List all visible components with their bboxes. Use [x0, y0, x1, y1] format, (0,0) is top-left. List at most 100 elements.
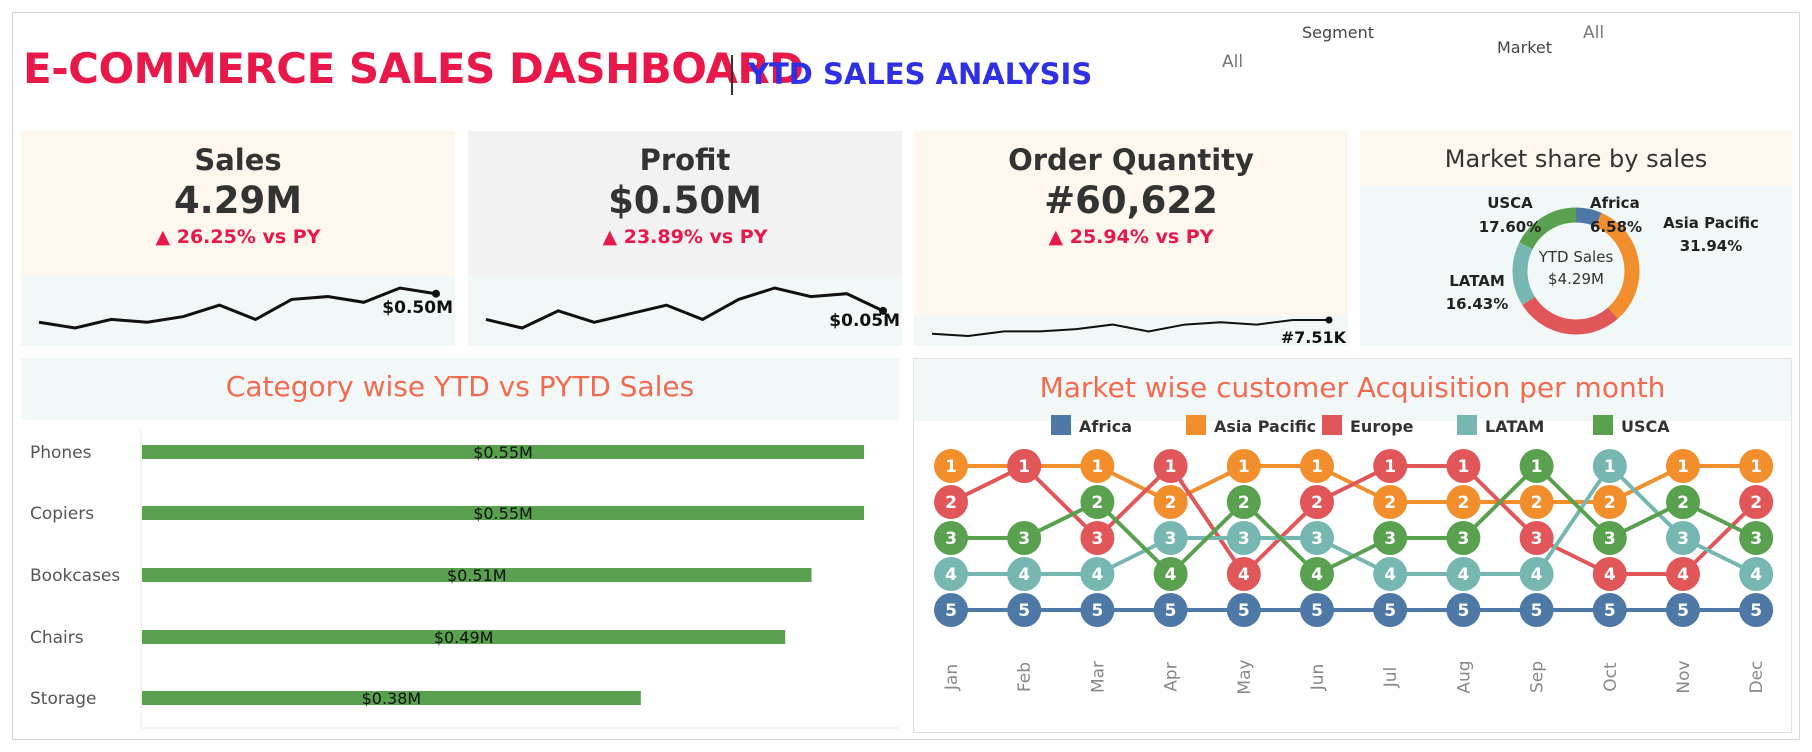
rank-label: 1	[1091, 457, 1103, 477]
legend-swatch	[1593, 415, 1613, 435]
month-label: Jan	[942, 664, 962, 691]
kpi-value: $0.50M	[608, 179, 762, 222]
slice-value-usca: 17.60%	[1479, 218, 1541, 236]
rank-label: 5	[1531, 601, 1543, 621]
rank-label: 1	[1604, 457, 1616, 477]
rank-label: 5	[1457, 601, 1469, 621]
rank-label: 5	[1677, 601, 1689, 621]
rank-label: 2	[1531, 493, 1543, 513]
rank-label: 3	[1531, 529, 1543, 549]
segment-filter-label: Segment	[1302, 23, 1374, 42]
kpi-delta: ▲ 25.94% vs PY	[1048, 226, 1214, 248]
month-label: Oct	[1601, 662, 1621, 692]
rank-label: 2	[1750, 493, 1762, 513]
slice-name-africa: Africa	[1590, 194, 1640, 212]
rank-label: 1	[1457, 457, 1469, 477]
rank-label: 5	[1018, 601, 1030, 621]
rank-label: 1	[1531, 457, 1543, 477]
rank-label: 2	[1091, 493, 1103, 513]
legend-label: LATAM	[1485, 417, 1544, 436]
sparkline-order-quantity: #7.51K	[914, 316, 1348, 346]
rank-label: 4	[1238, 565, 1250, 585]
month-label: Jul	[1381, 667, 1401, 689]
sparkline-end-marker	[432, 289, 440, 298]
rank-label: 3	[1238, 529, 1250, 549]
rank-label: 4	[1750, 565, 1762, 585]
bar-category-label: Chairs	[30, 628, 84, 648]
market-filter-label: Market	[1497, 38, 1552, 57]
month-label: Feb	[1015, 662, 1035, 692]
rank-label: 4	[1384, 565, 1396, 585]
legend-label: Europe	[1350, 417, 1414, 436]
category-bar-chart: Phones $0.55M Copiers $0.55M Bookcases $0.51M…	[30, 430, 899, 729]
dashboard-title: E-COMMERCE SALES DASHBOARD	[23, 44, 804, 93]
slice-value-latam: 16.43%	[1446, 295, 1508, 313]
month-label: Sep	[1528, 661, 1548, 693]
rank-label: 1	[1238, 457, 1250, 477]
month-label: May	[1235, 659, 1255, 694]
month-label: Mar	[1088, 661, 1108, 693]
kpi-value: 4.29M	[173, 179, 303, 222]
rank-label: 1	[1750, 457, 1762, 477]
rank-label: 5	[1604, 601, 1616, 621]
legend-label: Africa	[1079, 417, 1132, 436]
rank-label: 4	[1457, 565, 1469, 585]
bar-value-label: $0.38M	[362, 689, 422, 708]
market-share-panel: Market share by sales YTD Sales $4.29M U…	[1360, 131, 1792, 346]
bar-category-label: Storage	[30, 689, 97, 709]
month-label: Aug	[1454, 660, 1474, 693]
rank-label: 3	[1384, 529, 1396, 549]
rank-label: 3	[945, 529, 957, 549]
rank-label: 4	[1018, 565, 1030, 585]
segment-filter-value[interactable]: All	[1222, 52, 1243, 72]
slice-value-asia-pacific: 31.94%	[1680, 237, 1742, 255]
rank-label: 3	[1091, 529, 1103, 549]
month-label: Apr	[1162, 662, 1182, 691]
rank-label: 1	[1018, 457, 1030, 477]
rank-label: 2	[1311, 493, 1323, 513]
rank-label: 1	[1311, 457, 1323, 477]
rank-label: 3	[1311, 529, 1323, 549]
kpi-card-profit: Profit $0.50M ▲ 23.89% vs PY $0.05M	[468, 131, 902, 346]
rank-label: 1	[945, 457, 957, 477]
rank-label: 2	[1604, 493, 1616, 513]
rank-label: 4	[1531, 565, 1543, 585]
dashboard-subtitle: YTD SALES ANALYSIS	[748, 57, 1093, 91]
rank-label: 5	[1311, 601, 1323, 621]
rank-label: 2	[1677, 493, 1689, 513]
kpi-title: Profit	[639, 143, 731, 177]
month-label: Jun	[1308, 664, 1328, 692]
category-sales-panel: Category wise YTD vs PYTD Sales Phones $0…	[21, 358, 899, 733]
legend-swatch	[1457, 415, 1477, 435]
rank-label: 5	[1384, 601, 1396, 621]
rank-label: 3	[1750, 529, 1762, 549]
rank-label: 2	[1165, 493, 1177, 513]
rank-label: 1	[1165, 457, 1177, 477]
bar-value-label: $0.55M	[473, 443, 533, 462]
category-chart-title: Category wise YTD vs PYTD Sales	[225, 370, 695, 403]
acquisition-panel: Market wise customer Acquisition per mon…	[913, 358, 1792, 733]
rank-label: 3	[1457, 529, 1469, 549]
rank-label: 4	[1604, 565, 1616, 585]
kpi-delta: ▲ 23.89% vs PY	[602, 226, 768, 248]
bar-category-label: Phones	[30, 443, 92, 463]
rank-label: 5	[1238, 601, 1250, 621]
kpi-title: Order Quantity	[1008, 143, 1254, 177]
sparkline-label: $0.50M	[382, 298, 453, 318]
bar-value-label: $0.51M	[447, 566, 507, 585]
sparkline-sales: $0.50M	[21, 276, 455, 346]
market-share-donut: YTD Sales $4.29M USCA 17.60% Africa 6.58…	[1446, 194, 1759, 335]
sparkline-profit: $0.05M	[468, 276, 902, 346]
legend-swatch	[1322, 415, 1342, 435]
rank-label: 1	[1384, 457, 1396, 477]
acquisition-bump-chart: Africa Asia Pacific Europe LATAM USCA 5 5 5 5 5 5…	[934, 415, 1774, 695]
rank-label: 4	[1677, 565, 1689, 585]
rank-label: 3	[1165, 529, 1177, 549]
market-filter-value[interactable]: All	[1583, 23, 1604, 43]
rank-label: 5	[1165, 601, 1177, 621]
legend-swatch	[1186, 415, 1206, 435]
slice-name-latam: LATAM	[1449, 272, 1505, 290]
month-label: Dec	[1747, 661, 1767, 694]
rank-label: 5	[1091, 601, 1103, 621]
month-label: Nov	[1674, 660, 1694, 693]
